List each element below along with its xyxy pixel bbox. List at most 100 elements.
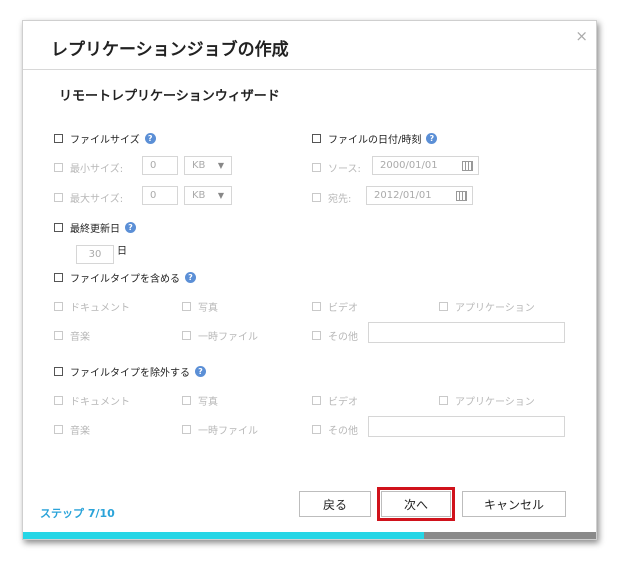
exclude-type-item[interactable]: ドキュメント — [54, 393, 130, 408]
help-icon[interactable]: ? — [144, 133, 156, 144]
exclude-type-item[interactable]: 一時ファイル — [182, 422, 258, 437]
include-type-label: 写真 — [198, 303, 218, 314]
source-date-label: ソース: — [328, 164, 361, 175]
help-icon[interactable]: ? — [195, 366, 206, 377]
max-size-checkbox[interactable] — [54, 193, 63, 202]
exclude-type-checkbox[interactable] — [182, 396, 191, 405]
exclude-type-label: その他 — [328, 426, 358, 437]
include-type-checkbox[interactable] — [182, 302, 191, 311]
step-indicator: ステップ 7/10 — [40, 507, 115, 520]
dest-date-input[interactable]: 2012/01/01 — [366, 186, 473, 205]
last-modified-label: 最終更新日 — [70, 224, 120, 235]
help-icon[interactable]: ? — [185, 272, 196, 283]
source-date-input[interactable]: 2000/01/01 — [372, 156, 479, 175]
include-type-label: 一時ファイル — [198, 332, 258, 343]
exclude-types-label: ファイルタイプを除外する — [70, 368, 190, 379]
max-size-unit-select[interactable]: KB ▼ — [184, 186, 232, 205]
min-size-input[interactable]: 0 — [142, 156, 178, 175]
include-type-checkbox[interactable] — [439, 302, 448, 311]
include-type-item[interactable]: ドキュメント — [54, 299, 130, 314]
exclude-types-checkbox[interactable] — [54, 367, 63, 376]
help-icon[interactable]: ? — [426, 133, 438, 144]
include-type-checkbox[interactable] — [54, 302, 63, 311]
dest-date-option[interactable]: 宛先: — [312, 190, 351, 205]
min-size-label: 最小サイズ: — [70, 164, 124, 175]
max-size-option[interactable]: 最大サイズ: — [54, 190, 123, 205]
dialog-title: レプリケーションジョブの作成 — [51, 40, 289, 60]
include-type-label: ドキュメント — [70, 303, 130, 314]
file-size-checkbox[interactable] — [54, 134, 63, 143]
exclude-type-checkbox[interactable] — [312, 425, 321, 434]
replication-job-dialog: レプリケーションジョブの作成 × リモートレプリケーションウィザード ファイルサ… — [22, 20, 597, 540]
exclude-type-item[interactable]: その他 — [312, 422, 358, 437]
dest-date-value: 2012/01/01 — [374, 190, 432, 201]
include-types-checkbox[interactable] — [54, 273, 63, 282]
file-date-option[interactable]: ファイルの日付/時刻 ? — [312, 131, 438, 146]
dest-date-label: 宛先: — [328, 194, 352, 205]
min-size-unit-select[interactable]: KB ▼ — [184, 156, 232, 175]
next-button-highlight — [377, 487, 455, 521]
exclude-types-option[interactable]: ファイルタイプを除外する ? — [54, 364, 206, 379]
include-type-item[interactable]: 一時ファイル — [182, 328, 258, 343]
include-type-item[interactable]: その他 — [312, 328, 358, 343]
min-size-checkbox[interactable] — [54, 163, 63, 172]
source-date-checkbox[interactable] — [312, 163, 321, 172]
include-types-label: ファイルタイプを含める — [70, 274, 180, 285]
include-type-label: ビデオ — [328, 303, 358, 314]
include-type-label: 音楽 — [70, 332, 90, 343]
include-type-label: アプリケーション — [455, 303, 535, 314]
source-date-value: 2000/01/01 — [380, 160, 438, 171]
cancel-button[interactable]: キャンセル — [462, 491, 566, 517]
include-type-checkbox[interactable] — [54, 331, 63, 340]
chevron-down-icon: ▼ — [217, 191, 224, 200]
exclude-type-label: 写真 — [198, 397, 218, 408]
dest-date-checkbox[interactable] — [312, 193, 321, 202]
max-size-unit: KB — [192, 190, 206, 201]
max-size-input[interactable]: 0 — [142, 186, 178, 205]
last-modified-days-input[interactable]: 30 — [76, 245, 114, 264]
exclude-type-checkbox[interactable] — [54, 425, 63, 434]
include-type-checkbox[interactable] — [312, 331, 321, 340]
exclude-other-input[interactable] — [368, 416, 565, 437]
close-icon[interactable]: × — [575, 27, 588, 45]
include-types-option[interactable]: ファイルタイプを含める ? — [54, 270, 196, 285]
back-button[interactable]: 戻る — [299, 491, 371, 517]
last-modified-option[interactable]: 最終更新日 ? — [54, 220, 136, 235]
days-unit-label: 日 — [117, 246, 127, 257]
include-type-item[interactable]: 音楽 — [54, 328, 90, 343]
exclude-type-item[interactable]: 音楽 — [54, 422, 90, 437]
chevron-down-icon: ▼ — [217, 161, 224, 170]
exclude-type-label: 音楽 — [70, 426, 90, 437]
max-size-label: 最大サイズ: — [70, 194, 124, 205]
exclude-type-checkbox[interactable] — [182, 425, 191, 434]
wizard-progress-bar — [23, 532, 596, 539]
min-size-unit: KB — [192, 160, 206, 171]
exclude-type-checkbox[interactable] — [439, 396, 448, 405]
include-type-checkbox[interactable] — [182, 331, 191, 340]
calendar-icon[interactable] — [456, 190, 467, 201]
title-divider — [23, 69, 596, 70]
exclude-type-item[interactable]: アプリケーション — [439, 393, 535, 408]
exclude-type-label: アプリケーション — [455, 397, 535, 408]
file-size-label: ファイルサイズ — [70, 135, 140, 146]
exclude-type-item[interactable]: 写真 — [182, 393, 218, 408]
include-type-item[interactable]: アプリケーション — [439, 299, 535, 314]
exclude-type-item[interactable]: ビデオ — [312, 393, 358, 408]
calendar-icon[interactable] — [462, 160, 473, 171]
exclude-type-checkbox[interactable] — [54, 396, 63, 405]
last-modified-checkbox[interactable] — [54, 223, 63, 232]
file-date-checkbox[interactable] — [312, 134, 321, 143]
exclude-type-checkbox[interactable] — [312, 396, 321, 405]
exclude-type-label: ドキュメント — [70, 397, 130, 408]
include-type-label: その他 — [328, 332, 358, 343]
source-date-option[interactable]: ソース: — [312, 160, 361, 175]
file-date-label: ファイルの日付/時刻 — [328, 135, 422, 146]
file-size-option[interactable]: ファイルサイズ ? — [54, 131, 156, 146]
include-type-checkbox[interactable] — [312, 302, 321, 311]
help-icon[interactable]: ? — [125, 222, 136, 233]
include-type-item[interactable]: ビデオ — [312, 299, 358, 314]
include-type-item[interactable]: 写真 — [182, 299, 218, 314]
exclude-type-label: ビデオ — [328, 397, 358, 408]
min-size-option[interactable]: 最小サイズ: — [54, 160, 123, 175]
include-other-input[interactable] — [368, 322, 565, 343]
